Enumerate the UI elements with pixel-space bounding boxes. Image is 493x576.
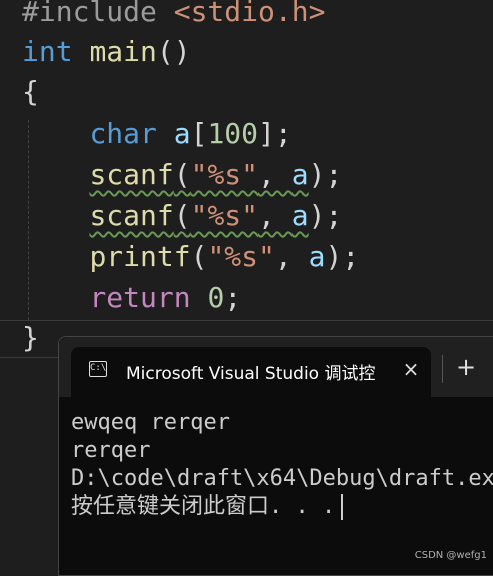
function-scanf: scanf <box>89 158 174 191</box>
variable-a: a <box>291 158 309 191</box>
code-line-8: return 0; <box>22 278 241 318</box>
variable-a: a <box>173 117 191 150</box>
console-output-line: ewqeq rerqer <box>71 410 230 435</box>
array-size: 100 <box>207 117 259 150</box>
include-directive: #include <box>22 0 157 28</box>
warning-squiggle[interactable]: scanf("%s", a <box>89 158 308 191</box>
code-line-7: printf("%s", a); <box>22 237 359 277</box>
add-tab-icon[interactable]: + <box>454 355 478 379</box>
paren-close: ); <box>308 199 343 232</box>
keyword-int: int <box>22 35 73 68</box>
format-string: "%s" <box>190 158 259 191</box>
warning-squiggle[interactable]: scanf("%s", a <box>89 199 308 232</box>
watermark: CSDN @wefg1 <box>414 550 487 561</box>
comma: , <box>258 158 292 191</box>
code-line-5: scanf("%s", a); <box>22 155 342 195</box>
bracket-close: ]; <box>258 117 292 150</box>
console-output-line: D:\code\draft\x64\Debug\draft.exe <box>71 466 493 491</box>
paren-close: ); <box>325 240 360 273</box>
paren-close: ); <box>308 158 343 191</box>
paren-open: ( <box>190 240 208 273</box>
console-tab-title: Microsoft Visual Studio 调试控制台 <box>126 364 376 383</box>
semicolon: ; <box>224 281 242 314</box>
open-brace: { <box>22 75 39 108</box>
console-tab[interactable]: C:\ Microsoft Visual Studio 调试控制台 × <box>71 347 431 397</box>
code-line-2: int main() <box>22 32 191 72</box>
tab-divider <box>442 355 443 383</box>
console-tab-bar: C:\ Microsoft Visual Studio 调试控制台 × + <box>59 337 493 397</box>
variable-a: a <box>308 240 326 273</box>
code-line-4: char a[100]; <box>22 114 292 154</box>
function-printf: printf <box>89 240 191 273</box>
comma: , <box>258 199 292 232</box>
function-main: main <box>89 35 157 68</box>
code-line-3: { <box>22 72 39 112</box>
console-app-icon: C:\ <box>89 361 107 377</box>
parens: () <box>156 35 191 68</box>
console-output-line: rerqer <box>71 438 151 463</box>
console-prompt-line: 按任意键关闭此窗口. . . <box>71 493 344 521</box>
code-line-6: scanf("%s", a); <box>22 196 342 236</box>
format-string: "%s" <box>207 240 275 273</box>
keyword-return: return <box>89 281 191 314</box>
close-icon[interactable]: × <box>399 357 423 381</box>
paren-open: ( <box>173 158 191 191</box>
comma: , <box>274 240 309 273</box>
variable-a: a <box>291 199 309 232</box>
code-line-1: #include <stdio.h> <box>22 0 325 32</box>
bracket-open: [ <box>190 117 208 150</box>
paren-open: ( <box>173 199 191 232</box>
console-prompt-text: 按任意键关闭此窗口. . . <box>71 494 336 519</box>
code-line-9: } <box>22 318 39 358</box>
debug-console-window[interactable]: C:\ Microsoft Visual Studio 调试控制台 × + ew… <box>58 336 493 576</box>
text-cursor <box>341 494 344 520</box>
return-value: 0 <box>207 281 225 314</box>
keyword-char: char <box>89 117 157 150</box>
function-scanf: scanf <box>89 199 174 232</box>
include-header: <stdio.h> <box>173 0 326 28</box>
format-string: "%s" <box>190 199 259 232</box>
close-brace: } <box>22 321 39 354</box>
